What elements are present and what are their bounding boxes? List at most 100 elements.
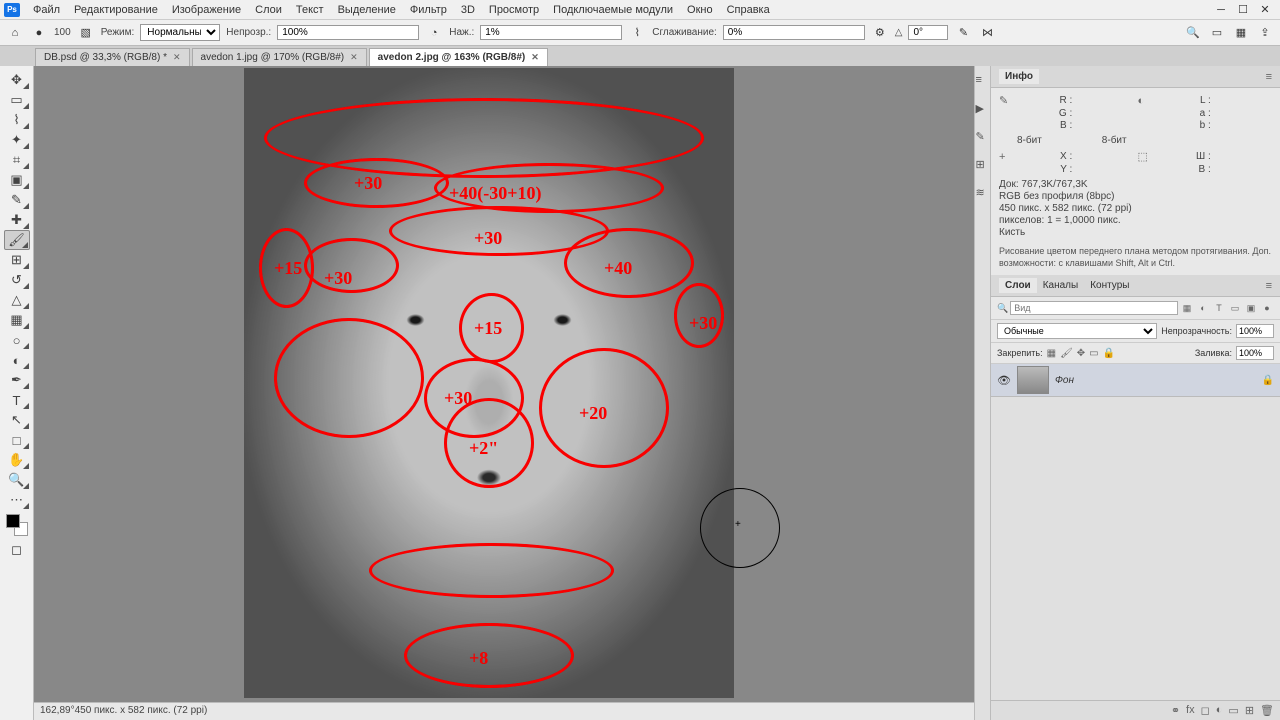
menu-подключаемые модули[interactable]: Подключаемые модули [546, 2, 680, 18]
brush-tool[interactable]: 🖌 [4, 230, 30, 250]
layer-opacity-field[interactable] [1236, 324, 1274, 338]
lock-artboard-icon[interactable]: ▭ [1089, 348, 1098, 359]
menu-редактирование[interactable]: Редактирование [67, 2, 165, 18]
delete-icon[interactable]: 🗑 [1260, 704, 1274, 717]
dodge-tool[interactable]: ◐ [4, 350, 30, 370]
angle-field[interactable] [908, 25, 948, 40]
document-canvas[interactable]: +30+40(-30+10)+30+15+30+40+15+30+30+2"+2… [244, 68, 734, 698]
dock-icon-history[interactable]: ▶ [976, 102, 990, 116]
dock-icon-character[interactable]: ≋ [976, 186, 990, 200]
dock-icon-properties[interactable]: ⊞ [976, 158, 990, 172]
menu-окно[interactable]: Окно [680, 2, 720, 18]
panel-tab-Каналы[interactable]: Каналы [1037, 278, 1085, 293]
link-layers-icon[interactable]: ⚭ [1171, 704, 1180, 717]
wand-tool[interactable]: ✦ [4, 130, 30, 150]
canvas-area[interactable]: +30+40(-30+10)+30+15+30+40+15+30+30+2"+2… [34, 66, 974, 720]
lasso-tool[interactable]: ⌇ [4, 110, 30, 130]
new-layer-icon[interactable]: ⊞ [1245, 704, 1254, 717]
menu-выделение[interactable]: Выделение [331, 2, 403, 18]
adjustment-icon[interactable]: ◐ [1216, 704, 1223, 717]
menu-3d[interactable]: 3D [454, 2, 482, 18]
brush-settings-icon[interactable]: ▧ [77, 24, 95, 42]
lock-all-icon[interactable]: 🔒 [1103, 348, 1115, 359]
search-icon[interactable]: 🔍 [1184, 24, 1202, 42]
menu-файл[interactable]: Файл [26, 2, 67, 18]
menu-слои[interactable]: Слои [248, 2, 289, 18]
eyedropper-tool[interactable]: ✎ [4, 190, 30, 210]
lock-pixels-icon[interactable]: 🖌 [1060, 348, 1073, 359]
blur-tool[interactable]: ○ [4, 330, 30, 350]
smoothing-field[interactable] [723, 25, 865, 40]
gradient-tool[interactable]: ▦ [4, 310, 30, 330]
color-swatches[interactable] [6, 514, 28, 536]
layer-fill-field[interactable] [1236, 346, 1274, 360]
path-select-tool[interactable]: ↖ [4, 410, 30, 430]
clone-tool[interactable]: ⊞ [4, 250, 30, 270]
smoothing-options-icon[interactable]: ⚙ [871, 24, 889, 42]
layer-row[interactable]: 👁 Фон 🔒 [991, 364, 1280, 397]
move-tool[interactable]: ✥ [4, 70, 30, 90]
frame-tool[interactable]: ▣ [4, 170, 30, 190]
lock-transparency-icon[interactable]: ▦ [1047, 348, 1056, 359]
document-tab[interactable]: avedon 1.jpg @ 170% (RGB/8#)✕ [192, 48, 367, 66]
menu-просмотр[interactable]: Просмотр [482, 2, 546, 18]
panel-menu-icon[interactable]: ≡ [1266, 71, 1272, 83]
pen-tool[interactable]: ✒ [4, 370, 30, 390]
edit-toolbar-tool[interactable]: ⋯ [4, 490, 30, 510]
opacity-field[interactable] [277, 25, 419, 40]
menu-фильтр[interactable]: Фильтр [403, 2, 454, 18]
zoom-tool[interactable]: 🔍 [4, 470, 30, 490]
menu-справка[interactable]: Справка [720, 2, 777, 18]
eraser-tool[interactable]: △ [4, 290, 30, 310]
history-brush-tool[interactable]: ↺ [4, 270, 30, 290]
symmetry-icon[interactable]: ⋈ [978, 24, 996, 42]
layer-name[interactable]: Фон [1055, 375, 1074, 386]
document-tab[interactable]: avedon 2.jpg @ 163% (RGB/8#)✕ [369, 48, 548, 66]
dock-icon-brushes[interactable]: ✎ [976, 130, 990, 144]
menu-текст[interactable]: Текст [289, 2, 331, 18]
healing-tool[interactable]: ✚ [4, 210, 30, 230]
tab-close-icon[interactable]: ✕ [350, 52, 358, 63]
pressure-opacity-icon[interactable]: ◔ [425, 24, 443, 42]
filter-type-icon[interactable]: T [1212, 301, 1226, 315]
filter-toggle[interactable]: ● [1260, 301, 1274, 315]
brush-preset-icon[interactable]: ● [30, 24, 48, 42]
mask-icon[interactable]: ◻ [1201, 704, 1210, 717]
panel-tab-Контуры[interactable]: Контуры [1084, 278, 1135, 293]
share-icon[interactable]: ⇪ [1256, 24, 1274, 42]
fx-icon[interactable]: fx [1186, 704, 1195, 717]
group-icon[interactable]: ▭ [1228, 704, 1238, 717]
info-tab[interactable]: Инфо [999, 69, 1039, 84]
workspace-icon[interactable]: ▦ [1232, 24, 1250, 42]
marquee-tool[interactable]: ▭ [4, 90, 30, 110]
quickmask-tool[interactable]: ◻ [4, 540, 30, 560]
crop-tool[interactable]: ⌗ [4, 150, 30, 170]
panel-tab-Слои[interactable]: Слои [999, 278, 1037, 293]
close-button[interactable]: ✕ [1254, 1, 1276, 19]
dock-icon-adjustments[interactable]: ≡ [976, 74, 990, 88]
filter-smart-icon[interactable]: ▣ [1244, 301, 1258, 315]
menu-изображение[interactable]: Изображение [165, 2, 248, 18]
flow-field[interactable] [480, 25, 622, 40]
blend-mode-select[interactable]: Нормальный [140, 24, 220, 41]
visibility-icon[interactable]: 👁 [997, 374, 1011, 387]
tab-close-icon[interactable]: ✕ [531, 52, 539, 63]
lock-position-icon[interactable]: ✥ [1077, 348, 1085, 359]
airbrush-icon[interactable]: ⌇ [628, 24, 646, 42]
layers-menu-icon[interactable]: ≡ [1266, 280, 1272, 292]
home-icon[interactable]: ⌂ [6, 24, 24, 42]
pressure-size-icon[interactable]: ✎ [954, 24, 972, 42]
tab-close-icon[interactable]: ✕ [173, 52, 181, 63]
view-icon[interactable]: ▭ [1208, 24, 1226, 42]
minimize-button[interactable]: ─ [1210, 1, 1232, 19]
hand-tool[interactable]: ✋ [4, 450, 30, 470]
maximize-button[interactable]: ☐ [1232, 1, 1254, 19]
rectangle-tool[interactable]: □ [4, 430, 30, 450]
filter-shape-icon[interactable]: ▭ [1228, 301, 1242, 315]
lock-icon[interactable]: 🔒 [1262, 375, 1274, 386]
type-tool[interactable]: T [4, 390, 30, 410]
filter-adj-icon[interactable]: ◐ [1196, 301, 1210, 315]
document-tab[interactable]: DB.psd @ 33,3% (RGB/8) *✕ [35, 48, 190, 66]
filter-img-icon[interactable]: ▦ [1180, 301, 1194, 315]
layer-blend-select[interactable]: Обычные [997, 323, 1157, 339]
